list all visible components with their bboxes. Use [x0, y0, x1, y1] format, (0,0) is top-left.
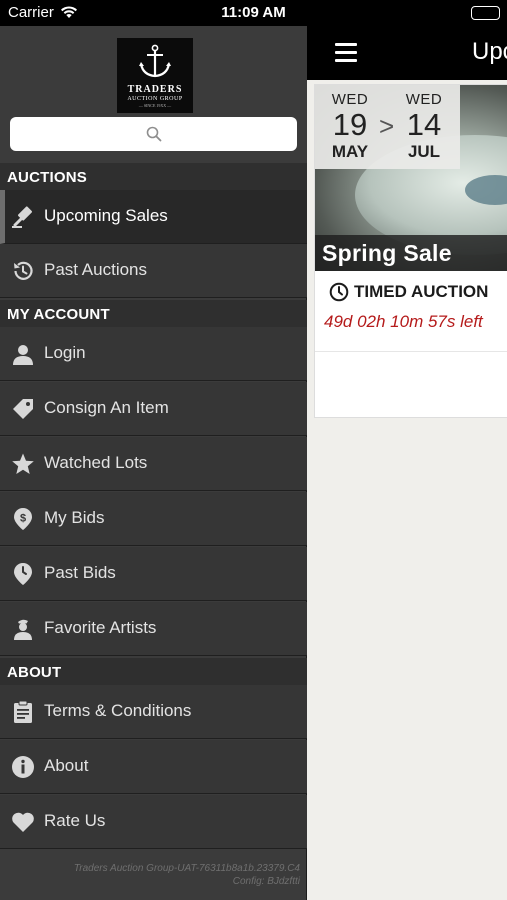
menu-item-favorite-artists[interactable]: Favorite Artists [0, 602, 307, 656]
menu-label: Terms & Conditions [44, 701, 192, 720]
status-bar: Carrier 11:09 AM [0, 0, 507, 26]
countdown-timer: 49d 02h 10m 57s left [324, 312, 483, 331]
star-icon [11, 452, 35, 476]
start-weekday: WED [331, 91, 369, 108]
auction-type-label: TIMED AUCTION [354, 282, 489, 301]
config-label: Config: BJdzftti [232, 876, 300, 887]
menu-item-my-bids[interactable]: $ My Bids [0, 492, 307, 546]
end-month: JUL [407, 142, 441, 161]
sale-card[interactable]: WED 19 MAY > WED 14 JUL Spring Sale TIME… [314, 84, 507, 418]
version-info: Traders Auction Group-UAT-76311b8a1b.233… [0, 862, 300, 888]
version-label: Traders Auction Group-UAT-76311b8a1b.233… [73, 863, 300, 874]
menu-label: Consign An Item [44, 398, 169, 417]
top-nav-bar: Upcoming Sales [307, 26, 507, 80]
traders-logo: TRADERS AUCTION GROUP — SINCE 19XX — [117, 38, 193, 113]
logo-line-3: — SINCE 19XX — [138, 103, 172, 108]
sale-date-range: WED 19 MAY > WED 14 JUL [315, 85, 460, 169]
menu-label: Past Auctions [44, 260, 148, 279]
start-day: 19 [332, 107, 368, 142]
end-day: 14 [406, 107, 442, 142]
menu-item-upcoming-sales[interactable]: Upcoming Sales [0, 190, 307, 244]
sale-name-bar: Spring Sale [315, 235, 507, 271]
clock-icon [329, 282, 349, 302]
hamburger-icon[interactable] [335, 43, 357, 62]
sale-name: Spring Sale [322, 240, 452, 266]
menu-item-watched-lots[interactable]: Watched Lots [0, 437, 307, 491]
tag-icon [11, 397, 35, 421]
menu-item-past-bids[interactable]: Past Bids [0, 547, 307, 601]
menu-item-past-auctions[interactable]: Past Auctions [0, 244, 307, 298]
menu-label: Login [44, 343, 86, 362]
menu-label: Favorite Artists [44, 618, 157, 637]
section-header-my-account: MY ACCOUNT [0, 300, 307, 327]
page-title: Upcoming Sales [472, 38, 507, 65]
section-header-auctions: AUCTIONS [0, 163, 307, 190]
clock-pin-icon [11, 562, 35, 586]
clipboard-icon [11, 700, 35, 724]
search-input[interactable] [10, 117, 297, 151]
history-icon [11, 259, 35, 283]
end-weekday: WED [405, 91, 443, 108]
logo-line-1: TRADERS [127, 84, 183, 95]
clock: 11:09 AM [221, 4, 286, 21]
menu-item-terms[interactable]: Terms & Conditions [0, 685, 307, 739]
artist-icon [11, 617, 35, 641]
menu-label: Watched Lots [44, 453, 148, 472]
sale-image: WED 19 MAY > WED 14 JUL Spring Sale [315, 85, 507, 271]
gavel-icon [11, 205, 35, 229]
menu-label: Rate Us [44, 811, 106, 830]
drawer-header: TRADERS AUCTION GROUP — SINCE 19XX — [0, 26, 307, 163]
anchor-icon [139, 44, 171, 78]
battery-icon [471, 6, 500, 20]
auction-type: TIMED AUCTION [329, 282, 488, 302]
menu-item-about[interactable]: About [0, 740, 307, 794]
menu-item-rate-us[interactable]: Rate Us [0, 795, 307, 849]
search-icon [146, 126, 162, 142]
info-icon [11, 755, 35, 779]
divider [315, 351, 507, 352]
section-header-about: ABOUT [0, 658, 307, 685]
dollar-icon: $ [11, 507, 35, 531]
logo-line-2: AUCTION GROUP [127, 96, 183, 102]
menu-label: Past Bids [44, 563, 116, 582]
menu-item-consign[interactable]: Consign An Item [0, 382, 307, 436]
main-content: Upcoming Sales WED 19 MAY > WED 14 JUL S… [307, 26, 507, 900]
menu-label: Upcoming Sales [44, 206, 168, 225]
side-drawer: TRADERS AUCTION GROUP — SINCE 19XX — AUC… [0, 26, 307, 900]
menu-item-login[interactable]: Login [0, 327, 307, 381]
date-separator: > [379, 111, 395, 141]
menu-label: My Bids [44, 508, 105, 527]
heart-icon [11, 810, 35, 834]
user-icon [11, 342, 35, 366]
svg-text:$: $ [20, 513, 26, 525]
menu-label: About [44, 756, 89, 775]
start-month: MAY [331, 142, 369, 161]
